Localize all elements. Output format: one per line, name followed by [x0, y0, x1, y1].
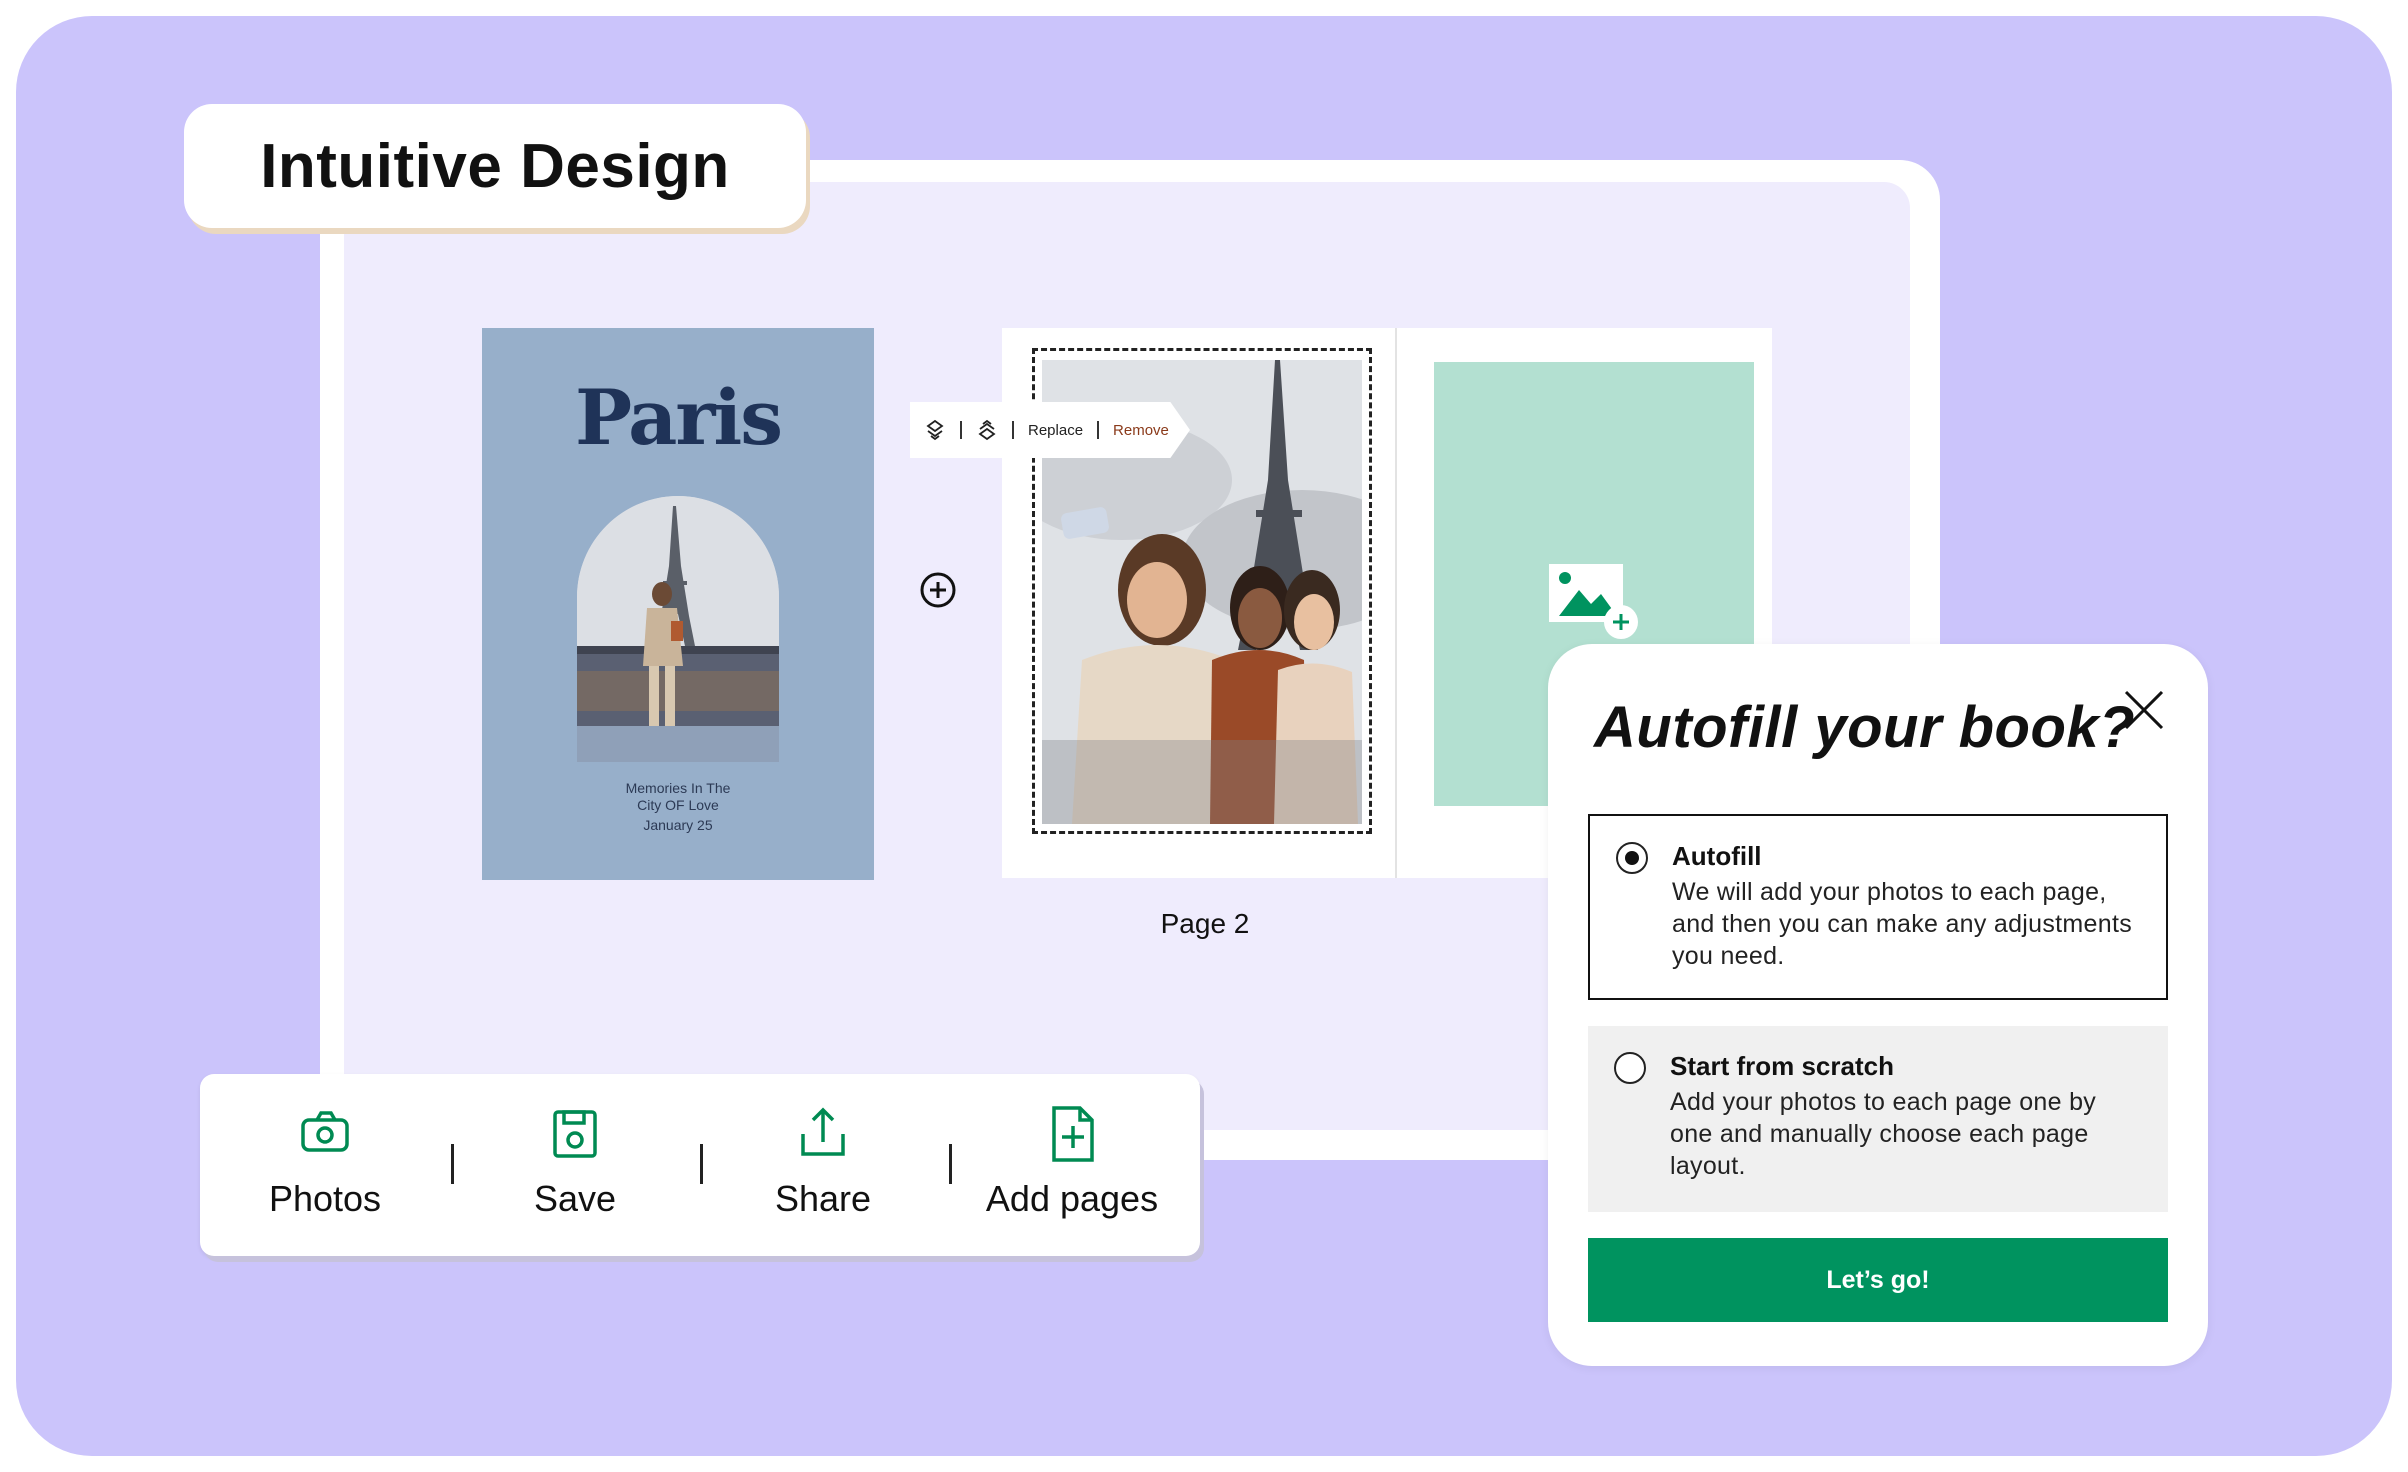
- bring-forward-icon[interactable]: [924, 419, 946, 441]
- option-description-line: you need.: [1672, 942, 1785, 970]
- cover-subtitle-line-2: City OF Love: [637, 797, 719, 813]
- toolbar-separator: [949, 1144, 952, 1184]
- option-description: We will add your photos to each page, an…: [1672, 876, 2142, 972]
- page-label: Page 2: [1160, 908, 1250, 939]
- option-title: Autofill: [1672, 841, 1762, 871]
- feature-title-pill: Intuitive Design: [184, 104, 806, 228]
- add-page-between-icon[interactable]: [920, 572, 956, 608]
- toolbar-separator: [1012, 421, 1014, 439]
- autofill-dialog: Autofill your book? Autofill We will add…: [1548, 644, 2208, 1366]
- add-pages-button[interactable]: Add pages: [962, 1104, 1182, 1228]
- spread-divider: [1395, 328, 1397, 878]
- option-description-line: We will add your photos to each page,: [1672, 878, 2107, 906]
- start-from-scratch-radio[interactable]: [1614, 1052, 1646, 1084]
- cover-subtitle: Memories In The City OF Love January 25: [482, 780, 874, 834]
- save-label: Save: [533, 1178, 617, 1219]
- cover-title: Paris: [574, 373, 783, 462]
- option-description: Add your photos to each page one by one …: [1670, 1086, 2144, 1182]
- replace-button[interactable]: Replace: [1028, 422, 1083, 439]
- lets-go-button[interactable]: Let’s go!: [1588, 1238, 2168, 1322]
- toolbar-separator: [700, 1144, 703, 1184]
- autofill-radio[interactable]: [1616, 842, 1648, 874]
- option-description-line: layout.: [1670, 1152, 1746, 1180]
- floppy-disk-icon: [553, 1110, 597, 1158]
- close-icon[interactable]: [2124, 690, 2164, 730]
- option-description-line: one and manually choose each page: [1670, 1120, 2089, 1148]
- photos-label: Photos: [268, 1178, 382, 1219]
- autofill-option[interactable]: Autofill We will add your photos to each…: [1588, 814, 2168, 1000]
- photos-button[interactable]: Photos: [215, 1104, 435, 1228]
- toolbar-separator: [1097, 421, 1100, 439]
- add-pages-label: Add pages: [985, 1178, 1159, 1219]
- dialog-title: Autofill your book?: [1594, 695, 2136, 760]
- save-button[interactable]: Save: [465, 1104, 685, 1228]
- cover-date: January 25: [643, 817, 713, 833]
- camera-icon: [301, 1111, 349, 1152]
- add-image-icon[interactable]: [1547, 560, 1643, 646]
- option-title: Start from scratch: [1670, 1051, 1894, 1081]
- share-label: Share: [774, 1178, 872, 1219]
- start-from-scratch-option[interactable]: Start from scratch Add your photos to ea…: [1588, 1026, 2168, 1212]
- share-button[interactable]: Share: [713, 1104, 933, 1228]
- option-description-line: and then you can make any adjustments: [1672, 910, 2132, 938]
- book-cover-page[interactable]: Paris Memories In The City OF Love Janua…: [482, 328, 874, 880]
- cover-photo: [577, 496, 779, 762]
- send-backward-icon[interactable]: [976, 419, 998, 441]
- cover-subtitle-line-1: Memories In The: [625, 780, 731, 796]
- bottom-toolbar: Photos Save Share Add pages: [200, 1074, 1200, 1256]
- photo-context-toolbar: Replace Remove: [910, 402, 1190, 458]
- remove-button[interactable]: Remove: [1113, 422, 1169, 439]
- toolbar-separator: [451, 1144, 454, 1184]
- add-page-icon: [1052, 1106, 1094, 1162]
- toolbar-separator: [960, 421, 962, 439]
- feature-title: Intuitive Design: [260, 131, 730, 201]
- option-description-line: Add your photos to each page one by: [1670, 1088, 2097, 1116]
- share-upload-icon: [801, 1107, 845, 1156]
